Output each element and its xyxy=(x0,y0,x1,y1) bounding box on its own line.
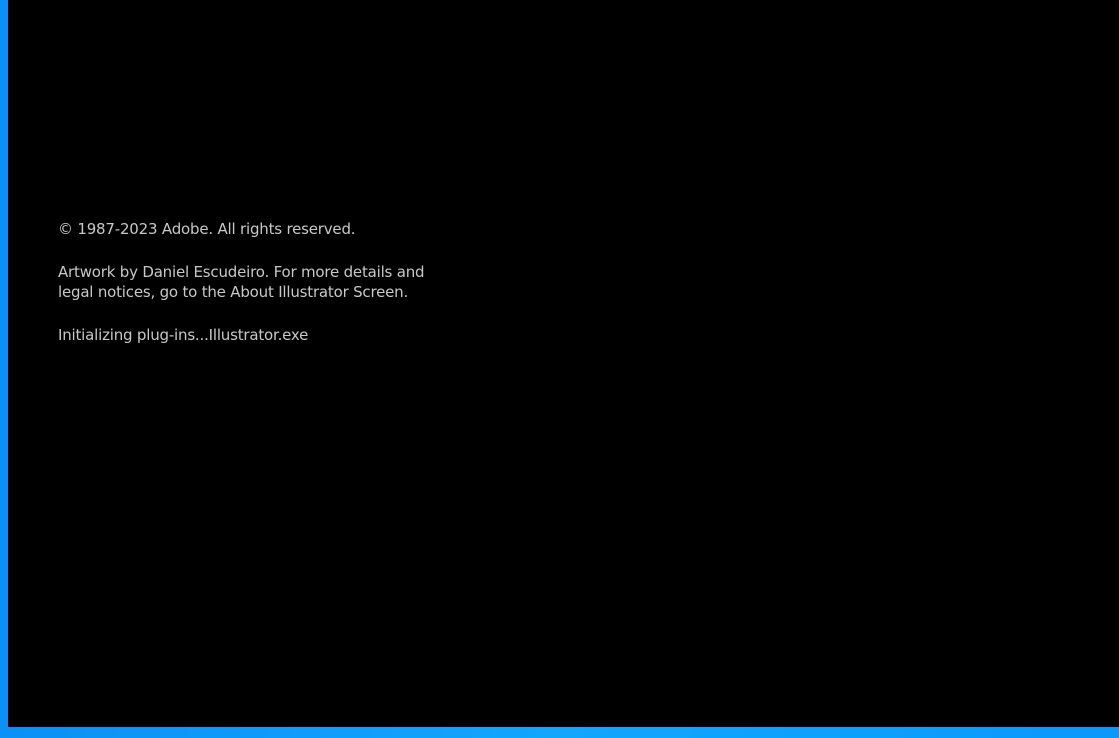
splash-text-block: © 1987-2023 Adobe. All rights reserved. … xyxy=(58,219,438,345)
desktop-background: © 1987-2023 Adobe. All rights reserved. … xyxy=(0,0,1119,738)
illustrator-splash-screen: © 1987-2023 Adobe. All rights reserved. … xyxy=(8,0,1119,727)
copyright-notice: © 1987-2023 Adobe. All rights reserved. xyxy=(58,220,356,238)
artwork-credit: Artwork by Daniel Escudeiro. For more de… xyxy=(58,263,425,301)
loading-status: Initializing plug-ins...Illustrator.exe xyxy=(58,326,309,344)
